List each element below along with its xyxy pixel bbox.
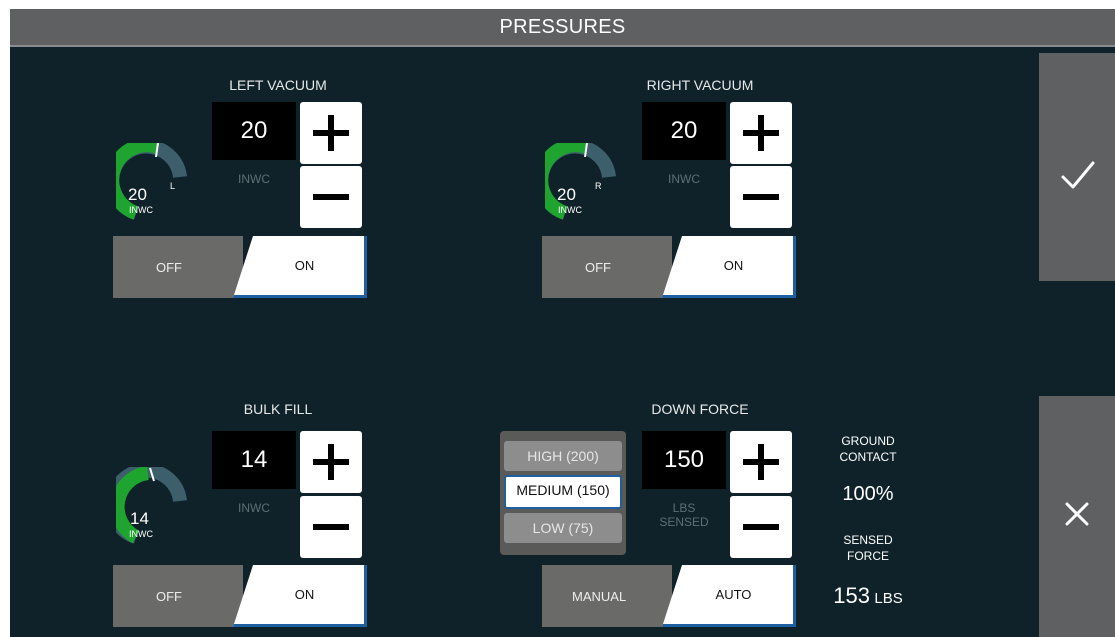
right-vacuum-increase-button[interactable]: [730, 102, 792, 164]
ground-contact-label-line2: CONTACT: [839, 450, 897, 464]
left-vacuum-label: LEFT VACUUM: [229, 77, 327, 93]
down-force-unit-line1: LBS: [672, 501, 696, 515]
bulk-fill-value: 14: [212, 431, 296, 489]
left-vacuum-gauge-unit: INWC: [129, 205, 153, 215]
gauge-dial-icon: [105, 463, 187, 544]
left-vacuum-toggle[interactable]: OFF ON: [113, 236, 367, 298]
down-force-unit-line2: SENSED: [659, 515, 709, 529]
gauge-dial-icon: [105, 138, 187, 220]
cancel-button[interactable]: [1039, 396, 1115, 637]
ground-contact-label-line1: GROUND: [841, 434, 895, 448]
right-vacuum-gauge-unit: INWC: [558, 205, 582, 215]
minus-icon: [313, 524, 349, 530]
bulk-fill-unit: INWC: [238, 501, 270, 515]
gauge-dial-icon: [534, 138, 616, 220]
down-force-mode-toggle[interactable]: MANUAL AUTO: [542, 565, 796, 627]
minus-icon: [313, 194, 349, 200]
page-title: PRESSURES: [499, 16, 626, 38]
preset-medium-button[interactable]: MEDIUM (150): [504, 475, 622, 509]
left-vacuum-increase-button[interactable]: [300, 102, 362, 164]
plus-icon: [743, 444, 779, 480]
close-icon: [1065, 502, 1089, 526]
preset-high-button[interactable]: HIGH (200): [504, 441, 622, 471]
confirm-button[interactable]: [1039, 53, 1115, 281]
right-vacuum-decrease-button[interactable]: [730, 166, 792, 228]
right-vacuum-value: 20: [642, 102, 726, 160]
bulk-fill-gauge-unit: INWC: [129, 529, 153, 539]
down-force-manual-option[interactable]: MANUAL: [542, 565, 672, 627]
down-force-label: DOWN FORCE: [651, 401, 749, 417]
bulk-fill-gauge-value: 14: [130, 509, 149, 528]
title-bar: PRESSURES: [10, 9, 1115, 47]
sensed-force-unit: LBS: [874, 590, 903, 607]
minus-icon: [743, 194, 779, 200]
right-vacuum-gauge-side: R: [595, 181, 602, 191]
down-force-preset-group: HIGH (200) MEDIUM (150) LOW (75): [500, 431, 626, 555]
sensed-force-label-line1: SENSED: [843, 533, 893, 547]
down-force-decrease-button[interactable]: [730, 496, 792, 558]
right-vacuum-unit: INWC: [668, 172, 700, 186]
sensed-force-label: SENSED FORCE: [818, 532, 918, 564]
left-vacuum-decrease-button[interactable]: [300, 166, 362, 228]
right-vacuum-on-option[interactable]: ON: [662, 236, 796, 298]
preset-low-button[interactable]: LOW (75): [504, 513, 622, 543]
bulk-fill-increase-button[interactable]: [300, 431, 362, 493]
left-vacuum-gauge-value: 20: [128, 185, 147, 204]
right-vacuum-toggle[interactable]: OFF ON: [542, 236, 796, 298]
bulk-fill-decrease-button[interactable]: [300, 496, 362, 558]
left-vacuum-unit: INWC: [238, 172, 270, 186]
sensed-force-readout: 153 LBS: [818, 583, 918, 609]
plus-icon: [313, 444, 349, 480]
sensed-force-label-line2: FORCE: [847, 549, 889, 563]
ground-contact-value: 100%: [842, 483, 894, 505]
bulk-fill-on-option[interactable]: ON: [233, 565, 367, 627]
bulk-fill-label: BULK FILL: [243, 401, 313, 417]
down-force-value: 150: [642, 431, 726, 489]
left-vacuum-off-option[interactable]: OFF: [113, 236, 243, 298]
pressures-screen: PRESSURES LEFT VACUUM 20 INWC L 20 INWC …: [10, 9, 1115, 637]
bulk-fill-toggle[interactable]: OFF ON: [113, 565, 367, 627]
left-vacuum-gauge-side: L: [170, 181, 176, 191]
left-vacuum-on-option[interactable]: ON: [233, 236, 367, 298]
check-icon: [1061, 161, 1095, 189]
right-vacuum-off-option[interactable]: OFF: [542, 236, 672, 298]
right-vacuum-gauge-value: 20: [557, 185, 576, 204]
down-force-auto-option[interactable]: AUTO: [662, 565, 796, 627]
right-vacuum-gauge: 20 INWC R: [534, 138, 625, 223]
bulk-fill-off-option[interactable]: OFF: [113, 565, 243, 627]
plus-icon: [313, 115, 349, 151]
ground-contact-label: GROUND CONTACT: [818, 433, 918, 465]
down-force-increase-button[interactable]: [730, 431, 792, 493]
right-vacuum-label: RIGHT VACUUM: [646, 77, 754, 93]
bulk-fill-gauge: 14 INWC: [105, 463, 196, 547]
left-vacuum-value: 20: [212, 102, 296, 160]
left-vacuum-gauge: 20 INWC L: [105, 138, 196, 223]
sensed-force-value: 153: [833, 583, 870, 608]
plus-icon: [743, 115, 779, 151]
minus-icon: [743, 524, 779, 530]
